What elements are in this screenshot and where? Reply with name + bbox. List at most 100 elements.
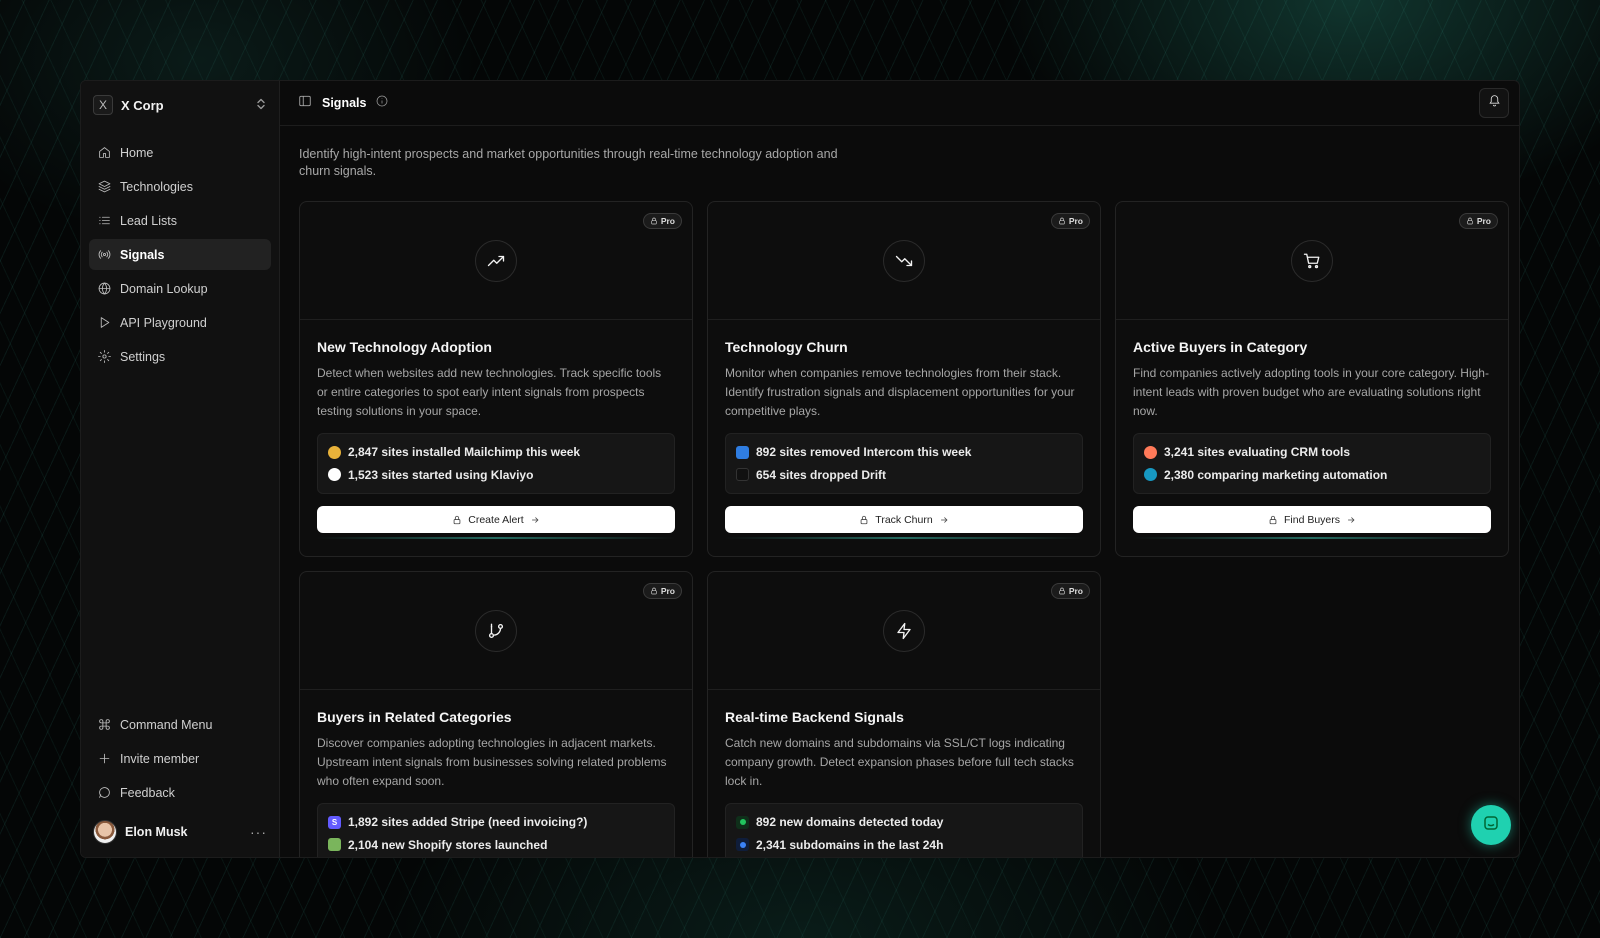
page-title: Signals: [322, 96, 367, 110]
plus-icon: [97, 752, 111, 766]
sidebar-item-label: Lead Lists: [120, 213, 177, 228]
sidebar-item-lead-lists[interactable]: Lead Lists: [89, 205, 271, 236]
workspace-name: X Corp: [121, 97, 164, 113]
sidebar-item-label: Signals: [120, 247, 165, 262]
card-title: Technology Churn: [725, 339, 848, 355]
page-description: Identify high-intent prospects and marke…: [299, 147, 838, 178]
bell-icon: [1488, 94, 1501, 112]
signal-cards-grid: Pro New Technology Adoption Detect when …: [299, 201, 1509, 857]
sidebar-toggle-icon[interactable]: [298, 94, 312, 113]
trending-up-icon: [475, 239, 517, 282]
sidebar-item-label: Domain Lookup: [120, 281, 208, 296]
card-description: Monitor when companies remove technologi…: [725, 366, 1075, 418]
list-icon: [97, 214, 111, 228]
pro-badge: Pro: [1050, 583, 1090, 599]
sidebar-item-feedback[interactable]: Feedback: [89, 777, 271, 808]
chat-icon: [1482, 814, 1500, 837]
home-icon: [97, 146, 111, 160]
signal-card-related-categories: Pro Buyers in Related Categories Discove…: [299, 571, 693, 857]
globe-icon: [97, 282, 111, 296]
signal-card-backend-signals: Pro Real-time Backend Signals Catch new …: [707, 571, 1101, 857]
chat-button[interactable]: [1471, 805, 1511, 845]
find-buyers-button[interactable]: Find Buyers: [1133, 506, 1491, 533]
gear-icon: [97, 350, 111, 364]
hubspot-icon: [1144, 445, 1157, 459]
blue-dot-icon: [736, 838, 749, 852]
cart-icon: [1291, 239, 1333, 282]
lock-icon: [860, 515, 868, 524]
stat-row: 2,847 sites installed Mailchimp this wee…: [328, 445, 664, 459]
signal-card-new-technology-adoption: Pro New Technology Adoption Detect when …: [299, 201, 693, 557]
info-icon[interactable]: [376, 94, 388, 112]
avatar: [93, 820, 117, 844]
play-icon: [97, 316, 111, 330]
stat-row: 3,241 sites evaluating CRM tools: [1144, 445, 1480, 459]
klaviyo-icon: [328, 468, 341, 482]
sidebar-item-invite-member[interactable]: Invite member: [89, 743, 271, 774]
sidebar-item-technologies[interactable]: Technologies: [89, 171, 271, 202]
drift-icon: [736, 468, 749, 482]
command-icon: [97, 718, 111, 732]
message-icon: [97, 786, 111, 800]
card-description: Detect when websites add new technologie…: [317, 366, 662, 418]
sidebar-item-label: Command Menu: [120, 717, 213, 732]
stat-row: 892 sites removed Intercom this week: [736, 445, 1072, 459]
card-title: Buyers in Related Categories: [317, 709, 512, 725]
sidebar-item-api-playground[interactable]: API Playground: [89, 307, 271, 338]
notifications-button[interactable]: [1479, 88, 1509, 118]
lock-icon: [453, 515, 461, 524]
arrow-right-icon: [1348, 516, 1355, 523]
stat-row: S 1,892 sites added Stripe (need invoicin…: [328, 815, 664, 829]
trending-down-icon: [883, 239, 925, 282]
arrow-right-icon: [940, 516, 948, 523]
salesforce-icon: [1144, 468, 1157, 482]
card-description: Discover companies adopting technologies…: [317, 736, 667, 788]
sidebar-item-signals[interactable]: Signals: [89, 239, 271, 270]
card-stats: 3,241 sites evaluating CRM tools 2,380 c…: [1133, 433, 1491, 494]
sidebar: X X Corp Home Technologies Lead Lists Si…: [81, 81, 280, 857]
pro-badge: Pro: [1050, 213, 1090, 229]
workspace-switcher[interactable]: X X Corp: [89, 93, 271, 117]
sidebar-nav: Home Technologies Lead Lists Signals Dom…: [89, 137, 271, 372]
shopify-icon: [328, 838, 341, 852]
lock-icon: [1269, 515, 1277, 524]
arrow-right-icon: [531, 516, 539, 523]
content: Identify high-intent prospects and marke…: [280, 126, 1519, 857]
sidebar-item-domain-lookup[interactable]: Domain Lookup: [89, 273, 271, 304]
green-dot-icon: [736, 815, 749, 829]
stat-row: 2,380 comparing marketing automation: [1144, 468, 1480, 482]
user-name: Elon Musk: [125, 825, 188, 839]
mailchimp-icon: [328, 445, 341, 459]
more-icon[interactable]: ···: [250, 824, 267, 840]
create-alert-button[interactable]: Create Alert: [317, 506, 675, 533]
stat-row: 2,341 subdomains in the last 24h: [736, 838, 1072, 852]
sidebar-item-command-menu[interactable]: Command Menu: [89, 709, 271, 740]
card-stats: 892 sites removed Intercom this week 654…: [725, 433, 1083, 494]
pro-badge: Pro: [642, 213, 682, 229]
card-title: Active Buyers in Category: [1133, 339, 1308, 355]
user-menu[interactable]: Elon Musk ···: [89, 815, 271, 849]
topbar: Signals: [280, 81, 1519, 126]
layers-icon: [97, 180, 111, 194]
card-title: New Technology Adoption: [317, 339, 492, 355]
stat-row: 892 new domains detected today: [736, 815, 1072, 829]
track-churn-button[interactable]: Track Churn: [725, 506, 1083, 533]
sidebar-item-settings[interactable]: Settings: [89, 341, 271, 372]
sidebar-item-label: Settings: [120, 349, 166, 364]
workspace-logo: X: [93, 95, 113, 115]
sidebar-item-label: API Playground: [120, 315, 207, 330]
git-branch-icon: [475, 609, 517, 652]
signal-card-technology-churn: Pro Technology Churn Monitor when compan…: [707, 201, 1101, 557]
pro-badge: Pro: [642, 583, 682, 599]
card-description: Find companies actively adopting tools i…: [1133, 366, 1489, 418]
app-window: X X Corp Home Technologies Lead Lists Si…: [80, 80, 1520, 858]
signal-card-active-buyers: Pro Active Buyers in Category Find compa…: [1115, 201, 1509, 557]
sidebar-item-home[interactable]: Home: [89, 137, 271, 168]
main-panel: Signals Identify high-intent prospects a…: [280, 81, 1519, 857]
stat-row: 1,523 sites started using Klaviyo: [328, 468, 664, 482]
stripe-icon: S: [328, 815, 341, 829]
stat-row: 654 sites dropped Drift: [736, 468, 1072, 482]
sidebar-item-label: Invite member: [120, 751, 200, 766]
sidebar-item-label: Technologies: [120, 179, 193, 194]
card-stats: 2,847 sites installed Mailchimp this wee…: [317, 433, 675, 494]
